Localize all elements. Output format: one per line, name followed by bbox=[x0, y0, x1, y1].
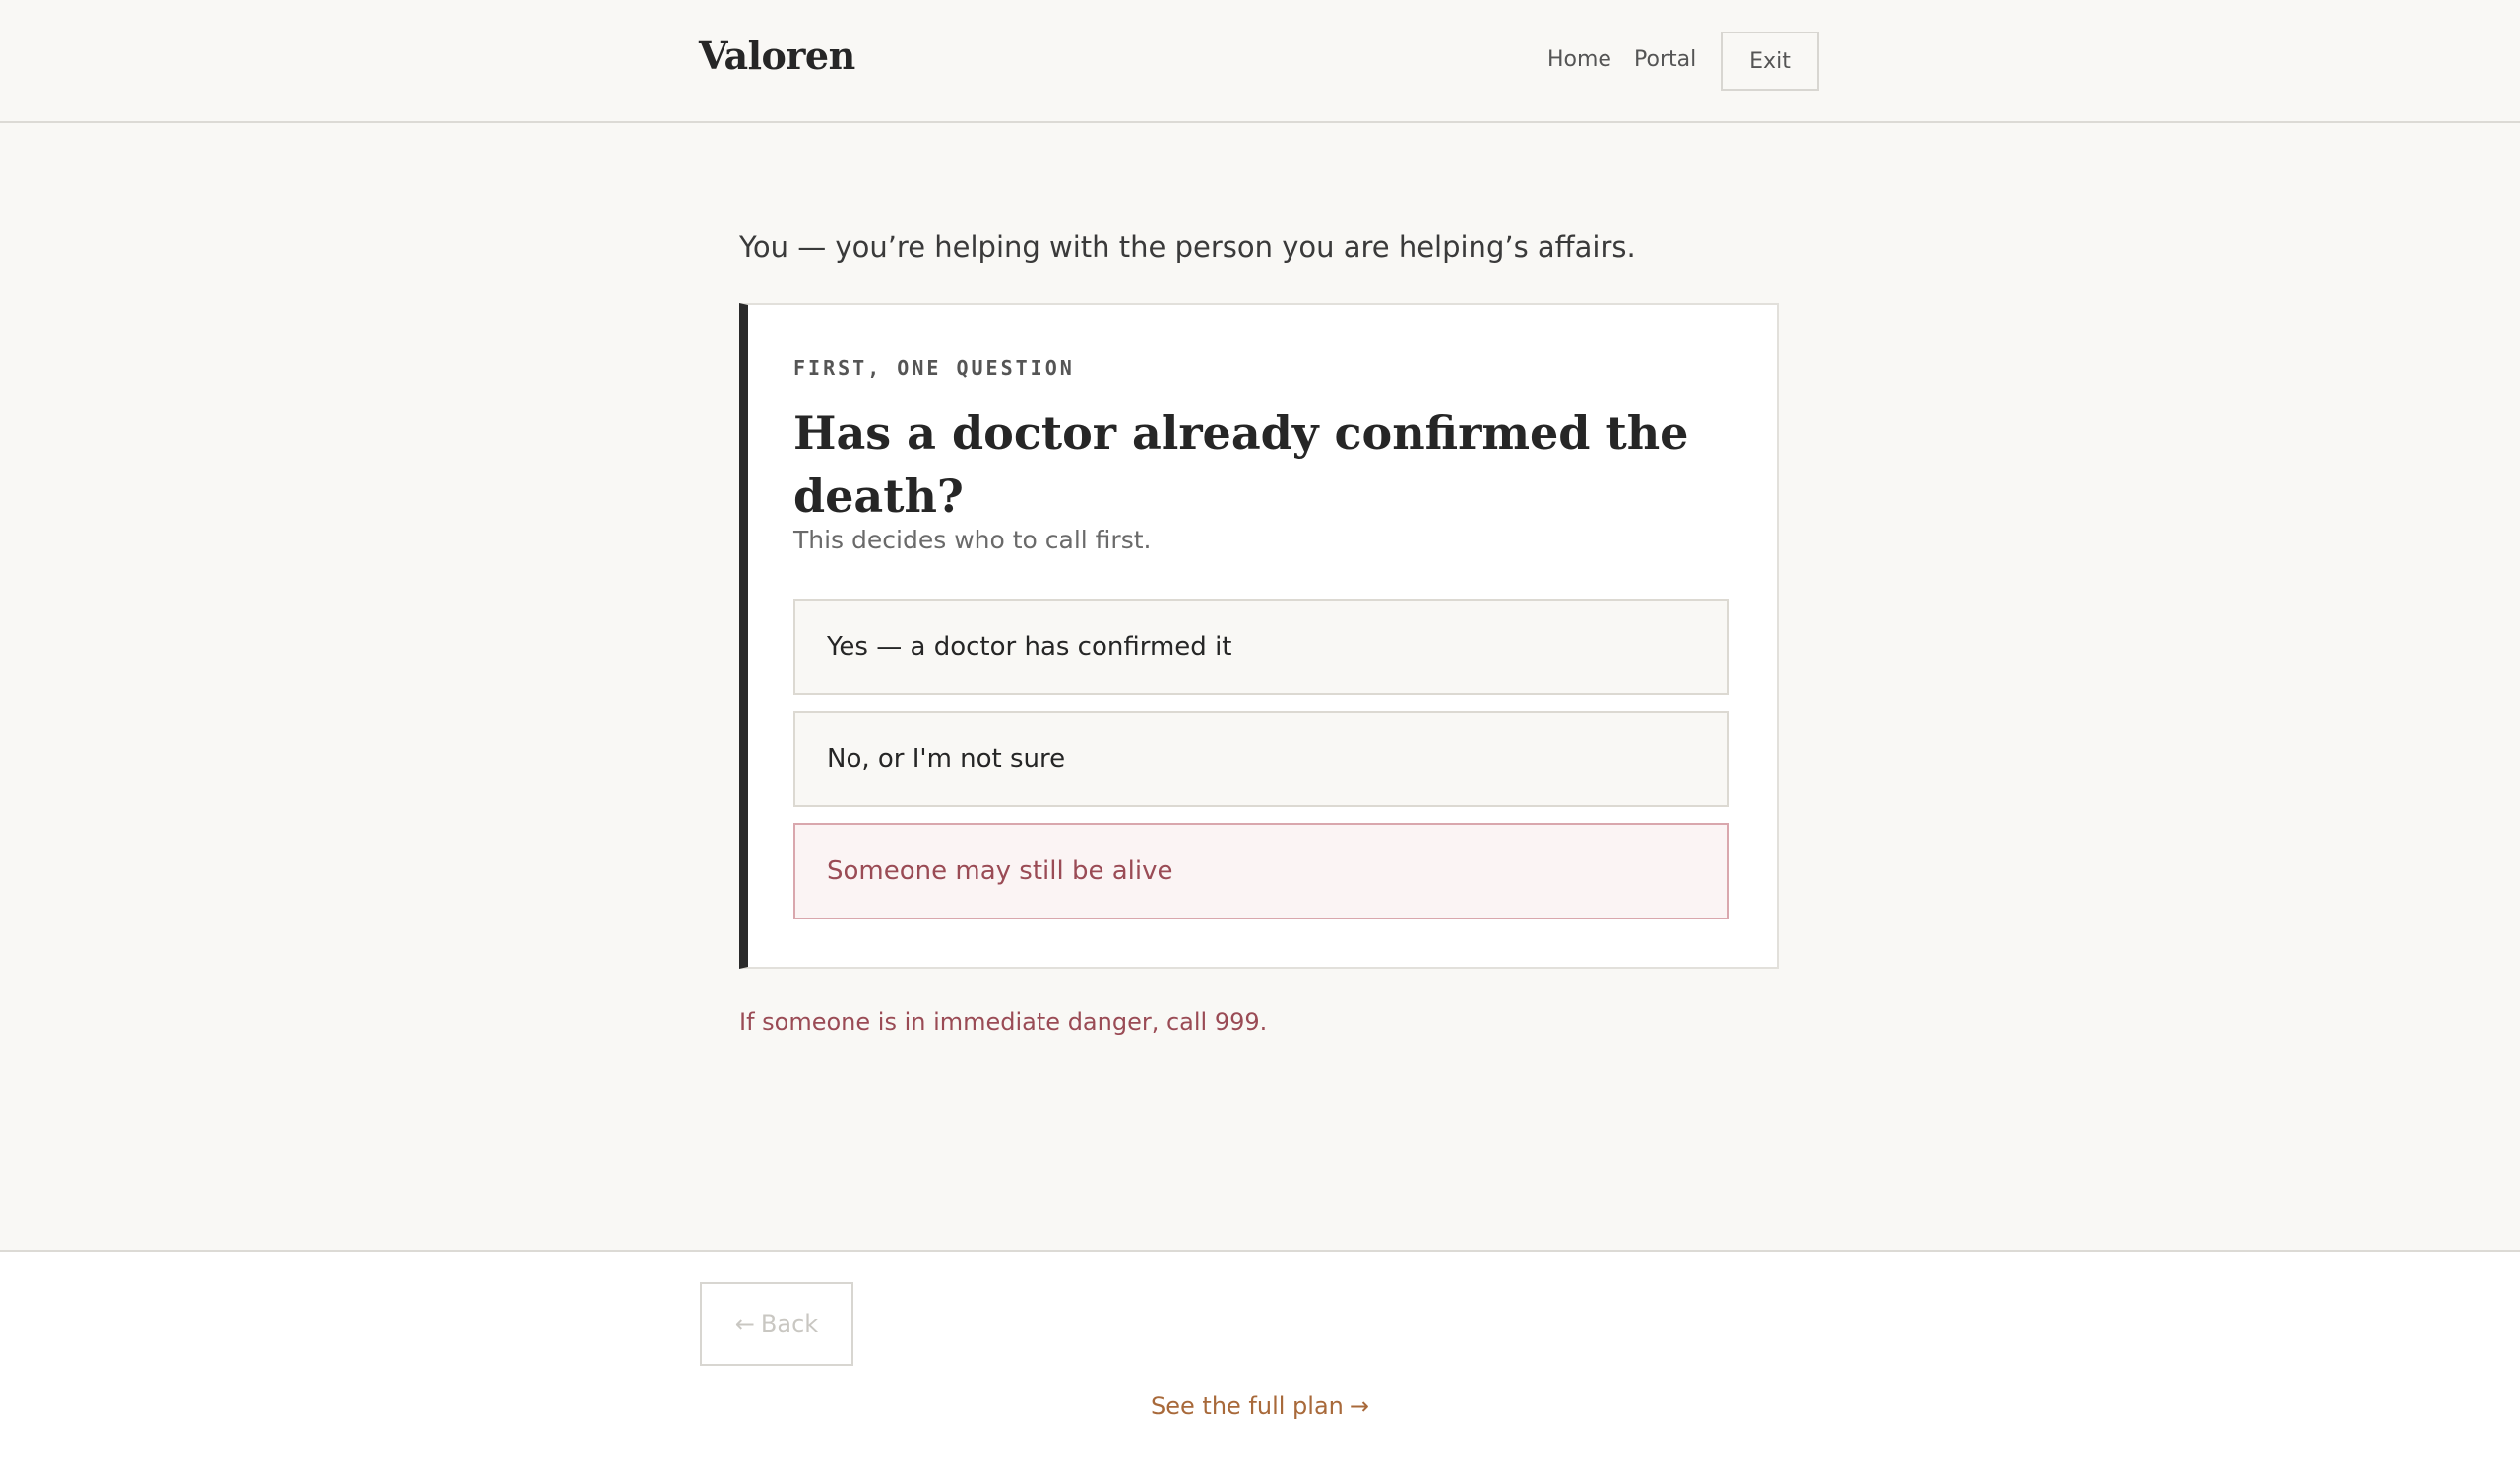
option-doctor-confirmed[interactable]: Yes — a doctor has confirmed it bbox=[793, 599, 1729, 695]
question-title: Has a doctor already confirmed the death… bbox=[793, 407, 1689, 523]
top-bar: Valoren Home Portal Exit bbox=[0, 0, 2520, 123]
footer-bar: ← Back See the full plan → bbox=[0, 1250, 2520, 1457]
option-not-sure[interactable]: No, or I'm not sure bbox=[793, 711, 1729, 807]
question-eyebrow: FIRST, ONE QUESTION bbox=[793, 356, 1075, 380]
emergency-note: If someone is in immediate danger, call … bbox=[739, 1008, 1268, 1036]
option-may-be-alive[interactable]: Someone may still be alive bbox=[793, 823, 1729, 919]
question-subtext: This decides who to call first. bbox=[793, 526, 1152, 554]
arrow-right-icon: → bbox=[1349, 1392, 1369, 1420]
nav-portal-link[interactable]: Portal bbox=[1634, 47, 1696, 72]
option-label: Yes — a doctor has confirmed it bbox=[827, 632, 1232, 662]
back-label: Back bbox=[760, 1310, 819, 1338]
option-label: No, or I'm not sure bbox=[827, 744, 1066, 774]
full-plan-label: See the full plan bbox=[1151, 1392, 1344, 1420]
context-line: You — you’re helping with the person you… bbox=[739, 230, 1636, 264]
brand-logo[interactable]: Valoren bbox=[699, 33, 855, 78]
arrow-left-icon: ← bbox=[734, 1310, 755, 1338]
option-label: Someone may still be alive bbox=[827, 856, 1173, 886]
exit-button[interactable]: Exit bbox=[1721, 32, 1819, 91]
back-button[interactable]: ← Back bbox=[700, 1282, 853, 1366]
nav-home-link[interactable]: Home bbox=[1547, 47, 1611, 72]
full-plan-link[interactable]: See the full plan → bbox=[0, 1392, 2520, 1420]
question-card: FIRST, ONE QUESTION Has a doctor already… bbox=[739, 303, 1779, 969]
